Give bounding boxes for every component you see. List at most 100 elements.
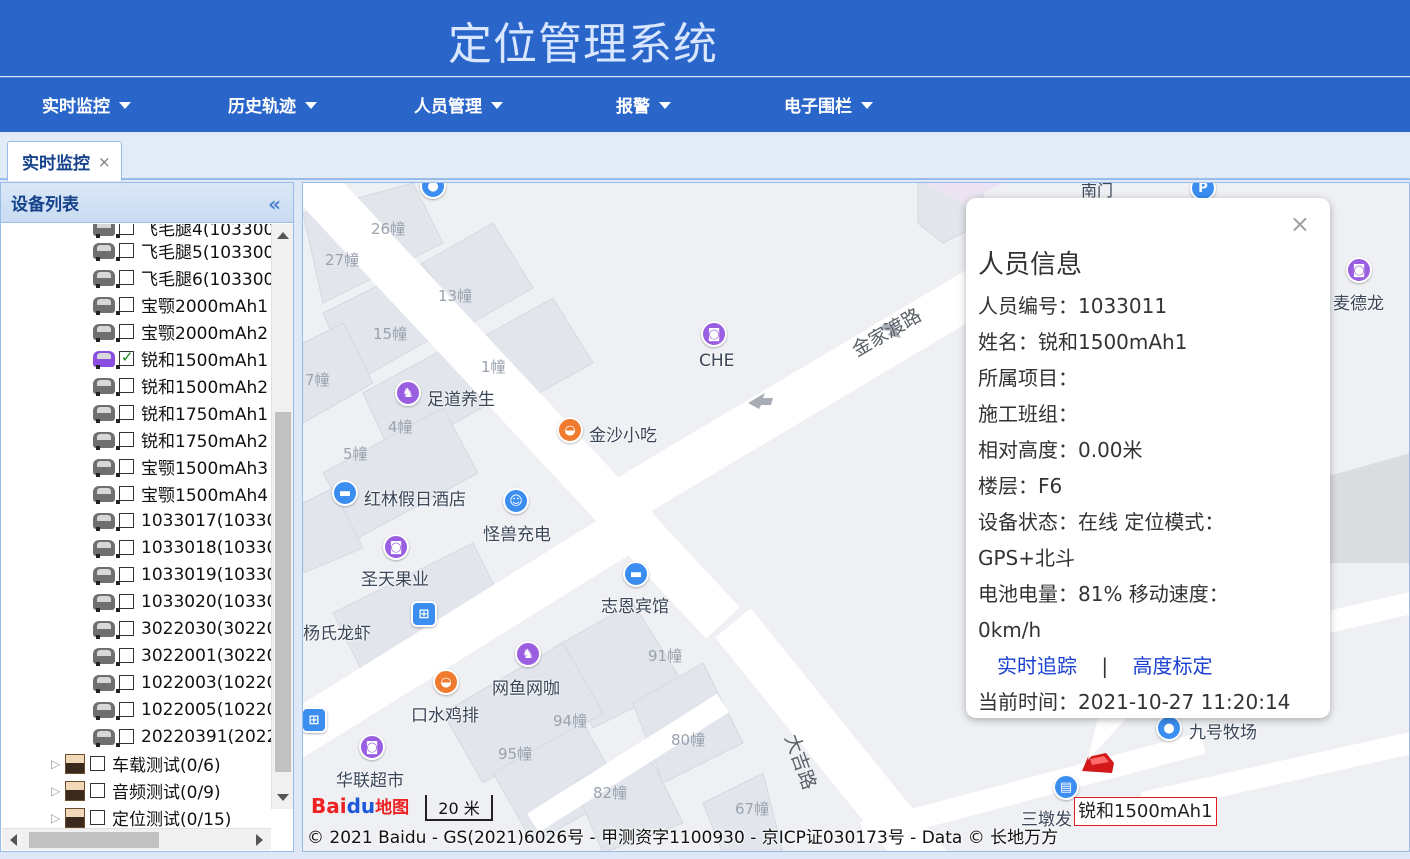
device-checkbox[interactable] [119,486,134,501]
vertical-scrollbar[interactable] [271,224,293,809]
tree-device-row[interactable]: 宝颚2000mAh1 [93,291,268,318]
tree-device-row[interactable]: 锐和1750mAh1 [93,399,268,426]
device-checkbox[interactable] [119,513,134,528]
device-checkbox[interactable] [119,224,134,235]
tree-device-row[interactable]: 1033019(10330 [93,561,271,588]
popup-title: 人员信息 [978,250,1083,280]
expand-arrow-icon[interactable]: ▷ [51,784,61,798]
car-icon [93,647,120,666]
nav-alarm[interactable]: 报警 [616,91,671,117]
tree-device-row[interactable]: 1033020(10330 [93,588,271,615]
shop-pin-icon[interactable]: ◙ [359,734,385,760]
device-checkbox[interactable] [119,270,134,285]
bus-stop-icon[interactable]: ⊞ [303,707,327,733]
food-pin-icon[interactable]: ◒ [433,669,459,695]
scroll-thumb[interactable] [29,832,159,848]
nav-geofence[interactable]: 电子围栏 [784,91,873,117]
device-checkbox[interactable] [119,648,134,663]
tree-device-row[interactable]: 宝颚1500mAh4 [93,480,268,507]
expand-arrow-icon[interactable]: ▷ [51,757,61,771]
tree-device-row[interactable]: 宝颚1500mAh3 [93,453,268,480]
nav-realtime-monitor[interactable]: 实时监控 [42,91,131,117]
tree-device-row[interactable]: 1033018(10330 [93,534,271,561]
device-map-label[interactable]: 锐和1500mAh1 [1074,797,1217,826]
tree-group-row[interactable]: ▷ 车载测试(0/6) [51,750,221,777]
shop-pin-icon[interactable]: ◙ [383,534,409,560]
device-label: 宝颚1500mAh4 [141,486,269,506]
charging-pin-icon[interactable]: ☺ [503,488,529,514]
device-label: 锐和1750mAh2 [141,432,269,452]
tree-device-row[interactable]: 3022030(30220 [93,615,271,642]
tree-device-row[interactable]: 1022003(10220 [93,669,271,696]
tree-device-row[interactable]: 1022005(10220 [93,696,271,723]
device-label: 1022005(10220 [141,699,271,720]
device-label: 3022030(30220 [141,618,271,639]
close-icon[interactable]: × [1290,210,1310,238]
hotel-pin-icon[interactable]: ▬ [332,480,358,506]
tree-device-row[interactable]: 锐和1500mAh1 [93,345,268,372]
device-checkbox[interactable] [119,702,134,717]
tree-device-row[interactable]: 飞毛腿5(103300 [93,237,271,264]
tree-device-row[interactable]: 锐和1500mAh2 [93,372,268,399]
tree-device-row[interactable]: 宝颚2000mAh2 [93,318,268,345]
tree-device-row[interactable]: 锐和1750mAh2 [93,426,268,453]
tree-device-row[interactable]: 3022001(30220 [93,642,271,669]
tree-device-row[interactable]: 20220391(2022 [93,723,271,750]
person-id: 人员编号：1033011 [978,294,1168,318]
close-icon[interactable]: × [98,153,111,171]
nav-history-track[interactable]: 历史轨迹 [228,91,317,117]
device-checkbox[interactable] [119,459,134,474]
tab-label: 实时监控 [22,154,90,174]
device-checkbox[interactable] [119,405,134,420]
horizontal-scrollbar[interactable] [2,828,271,850]
group-checkbox[interactable] [90,783,105,798]
scroll-thumb[interactable] [275,412,291,772]
tab-realtime-monitor[interactable]: 实时监控 × [7,141,122,181]
device-checkbox[interactable] [119,675,134,690]
scroll-up-icon[interactable] [277,232,289,239]
car-icon [93,431,120,450]
height-calibrate-link[interactable]: 高度标定 [1132,654,1212,678]
group-checkbox[interactable] [90,810,105,825]
device-checkbox[interactable] [119,324,134,339]
scroll-left-icon[interactable] [10,834,17,846]
collapse-icon[interactable]: « [268,192,281,216]
poi-label: 华联超市 [336,771,404,791]
shop-pin-icon[interactable]: ◙ [1346,257,1372,283]
group-checkbox[interactable] [90,756,105,771]
device-checkbox[interactable] [119,621,134,636]
building-label: 13幢 [438,287,473,305]
scroll-down-icon[interactable] [277,794,289,801]
game-pin-icon[interactable]: ♞ [515,641,541,667]
poi-label: 圣天果业 [361,570,429,590]
building-label: 82幢 [593,784,628,802]
person-project: 所属项目： [978,366,1078,390]
device-label: 飞毛腿5(103300 [141,243,271,263]
device-checkbox[interactable] [119,567,134,582]
device-checkbox[interactable] [119,432,134,447]
nav-personnel[interactable]: 人员管理 [414,91,503,117]
scroll-right-icon[interactable] [256,834,263,846]
device-checkbox[interactable] [119,297,134,312]
tree-device-row[interactable]: 飞毛腿6(103300 [93,264,271,291]
map-view[interactable]: 26幢 27幢 13幢 15幢 1幢 7幢 4幢 5幢 91幢 94幢 95幢 … [302,182,1410,852]
food-pin-icon[interactable]: ◒ [557,417,583,443]
bus-stop-icon[interactable]: ⊞ [411,601,437,627]
hotel-pin-icon[interactable]: ▬ [623,561,649,587]
device-checkbox[interactable] [119,594,134,609]
device-checkbox[interactable] [119,540,134,555]
service-pin-icon[interactable]: ♞ [395,380,421,406]
device-label: 1022003(10220 [141,672,271,693]
tree-group-row[interactable]: ▷ 音频测试(0/9) [51,777,221,804]
device-checkbox[interactable] [119,348,134,366]
device-checkbox[interactable] [119,243,134,258]
shop-pin-icon[interactable]: ◙ [701,321,727,347]
realtime-track-link[interactable]: 实时追踪 [997,654,1077,678]
tree-device-row[interactable]: 1033017(10330 [93,507,271,534]
car-icon [93,701,120,720]
expand-arrow-icon[interactable]: ▷ [51,811,61,825]
device-checkbox[interactable] [119,378,134,393]
device-checkbox[interactable] [119,729,134,744]
tree-group-row[interactable]: ▷ 定位测试(0/15) [51,804,231,828]
device-list-panel: 设备列表 « 飞毛腿4(103300 飞毛腿5(103300 飞毛腿6(1033… [0,182,294,852]
